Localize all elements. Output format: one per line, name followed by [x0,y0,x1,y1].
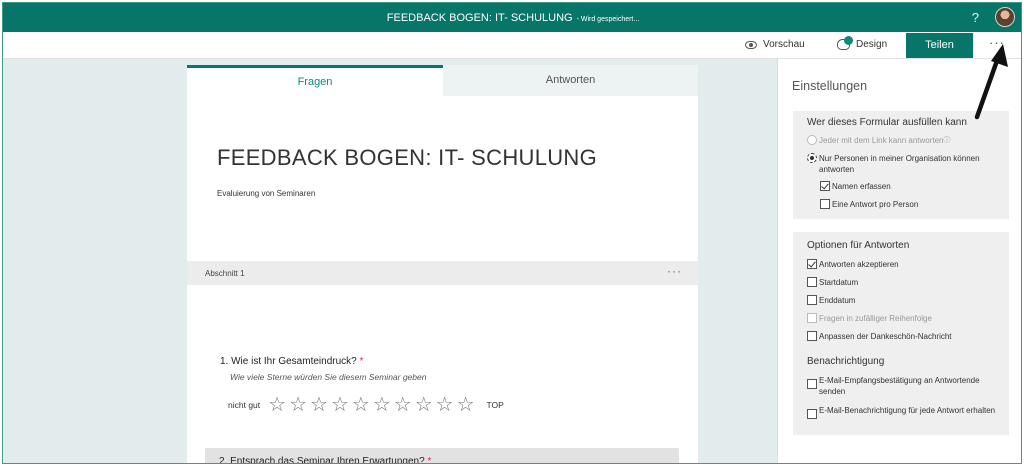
star-icon[interactable]: ☆ [436,395,454,415]
form-card: Fragen Antworten FEEDBACK BOGEN: IT- SCH… [187,65,698,464]
notification-title: Benachrichtigung [807,356,885,367]
settings-heading: Einstellungen [792,79,868,93]
share-button[interactable]: Teilen [906,33,973,58]
question-1-text: 1. Wie ist Ihr Gesamteindruck? [220,356,357,367]
checkbox-one-response[interactable]: Eine Antwort pro Person [820,199,918,210]
star-icon[interactable]: ☆ [352,395,370,415]
question-2-text: 2. Entsprach das Seminar Ihren Erwartung… [219,456,425,464]
option-label: Namen erfassen [832,182,891,191]
option-label: Startdatum [819,278,859,287]
star-icon[interactable]: ☆ [457,395,475,415]
preview-button[interactable]: Vorschau [745,39,805,50]
checkbox-shuffle-questions: Fragen in zufälliger Reihenfolge [807,313,932,324]
section-more-button[interactable]: ··· [667,264,682,278]
option-label: Anpassen der Dankeschön-Nachricht [819,332,952,341]
checkbox[interactable] [807,409,817,419]
question-2-card[interactable]: 2. Entsprach das Seminar Ihren Erwartung… [205,448,679,464]
option-label: Jeder mit dem Link kann antworten [819,136,944,145]
option-label: Nur Personen in meiner Organisation könn… [819,154,980,174]
checkbox[interactable] [807,295,817,305]
checkbox[interactable] [807,331,817,341]
checkbox-disabled [807,313,817,323]
star-icon[interactable]: ☆ [289,395,307,415]
star-icon[interactable]: ☆ [373,395,391,415]
tab-questions[interactable]: Fragen [187,65,443,96]
option-label: Eine Antwort pro Person [832,200,919,209]
section-header[interactable]: Abschnitt 1 ··· [187,261,698,285]
eye-icon [745,40,757,49]
radio-organization-only[interactable]: Nur Personen in meiner Organisation könn… [807,153,992,175]
command-bar: Vorschau Design Teilen ··· [3,32,1021,59]
forms-window: FEEDBACK BOGEN: IT- SCHULUNG - Wird gespe… [2,2,1022,464]
option-label: Enddatum [819,296,856,305]
checkbox-accept-responses[interactable]: Antworten akzeptieren [807,259,899,270]
palette-icon [837,36,853,50]
form-subtitle[interactable]: Evaluierung von Seminaren [217,189,315,198]
more-options-button[interactable]: ··· [989,35,1005,50]
checkbox-start-date[interactable]: Startdatum [807,277,858,288]
document-title: FEEDBACK BOGEN: IT- SCHULUNG - Wird gespe… [3,12,1021,24]
checkbox[interactable] [820,199,830,209]
form-title[interactable]: FEEDBACK BOGEN: IT- SCHULUNG [217,145,597,171]
form-name: FEEDBACK BOGEN: IT- SCHULUNG [386,12,573,24]
checkbox-record-names[interactable]: Namen erfassen [820,181,891,192]
radio-button[interactable] [807,135,817,145]
option-label: E-Mail-Empfangsbestätigung an Antwortend… [819,376,980,396]
settings-panel: Einstellungen Wer dieses Formular ausfül… [777,59,1021,463]
checkbox[interactable] [807,277,817,287]
design-button[interactable]: Design [837,36,888,50]
checkbox-custom-thank-you[interactable]: Anpassen der Dankeschön-Nachricht [807,331,952,342]
required-marker: * [359,356,364,367]
who-can-fill-title: Wer dieses Formular ausfüllen kann [807,117,967,128]
star-icon[interactable]: ☆ [415,395,433,415]
checkbox-checked[interactable] [820,181,830,191]
star-icon[interactable]: ☆ [310,395,328,415]
design-label: Design [856,39,888,50]
question-2-title: 2. Entsprach das Seminar Ihren Erwartung… [219,456,432,464]
star-rating: nicht gut ☆ ☆ ☆ ☆ ☆ ☆ ☆ ☆ ☆ ☆ TOP [228,395,504,415]
star-icon[interactable]: ☆ [268,395,286,415]
app-header: FEEDBACK BOGEN: IT- SCHULUNG - Wird gespe… [3,3,1021,32]
star-icon[interactable]: ☆ [331,395,349,415]
avatar[interactable] [995,7,1015,27]
section-label: Abschnitt 1 [205,269,245,278]
question-1-title[interactable]: 1. Wie ist Ihr Gesamteindruck? * [220,356,363,367]
help-icon[interactable]: ? [972,10,979,25]
checkbox-checked[interactable] [807,259,817,269]
save-status: - Wird gespeichert... [576,16,640,23]
checkbox-end-date[interactable]: Enddatum [807,295,855,306]
star-icon[interactable]: ☆ [394,395,412,415]
tab-bar: Fragen Antworten [187,65,698,96]
option-label: Antworten akzeptieren [819,260,899,269]
info-icon[interactable]: ⓘ [944,135,951,146]
tab-responses[interactable]: Antworten [443,65,698,96]
checkbox-email-receipt[interactable]: E-Mail-Empfangsbestätigung an Antwortend… [807,375,997,397]
question-1-subtitle: Wie viele Sterne würden Sie diesem Semin… [230,372,427,382]
rating-high-label: TOP [486,400,504,410]
who-can-fill-section: Wer dieses Formular ausfüllen kann Jeder… [793,111,1009,219]
rating-low-label: nicht gut [228,400,261,410]
response-options-title: Optionen für Antworten [807,240,910,251]
response-options-section: Optionen für Antworten Antworten akzepti… [793,232,1009,435]
radio-button-selected[interactable] [807,153,817,163]
required-marker: * [427,456,432,464]
checkbox[interactable] [807,379,817,389]
option-label: E-Mail-Benachrichtigung für jede Antwort… [819,406,996,415]
preview-label: Vorschau [763,39,805,50]
checkbox-email-notification[interactable]: E-Mail-Benachrichtigung für jede Antwort… [807,405,997,419]
option-label: Fragen in zufälliger Reihenfolge [819,314,932,323]
radio-anyone-with-link[interactable]: Jeder mit dem Link kann antworten ⓘ [807,135,1007,146]
